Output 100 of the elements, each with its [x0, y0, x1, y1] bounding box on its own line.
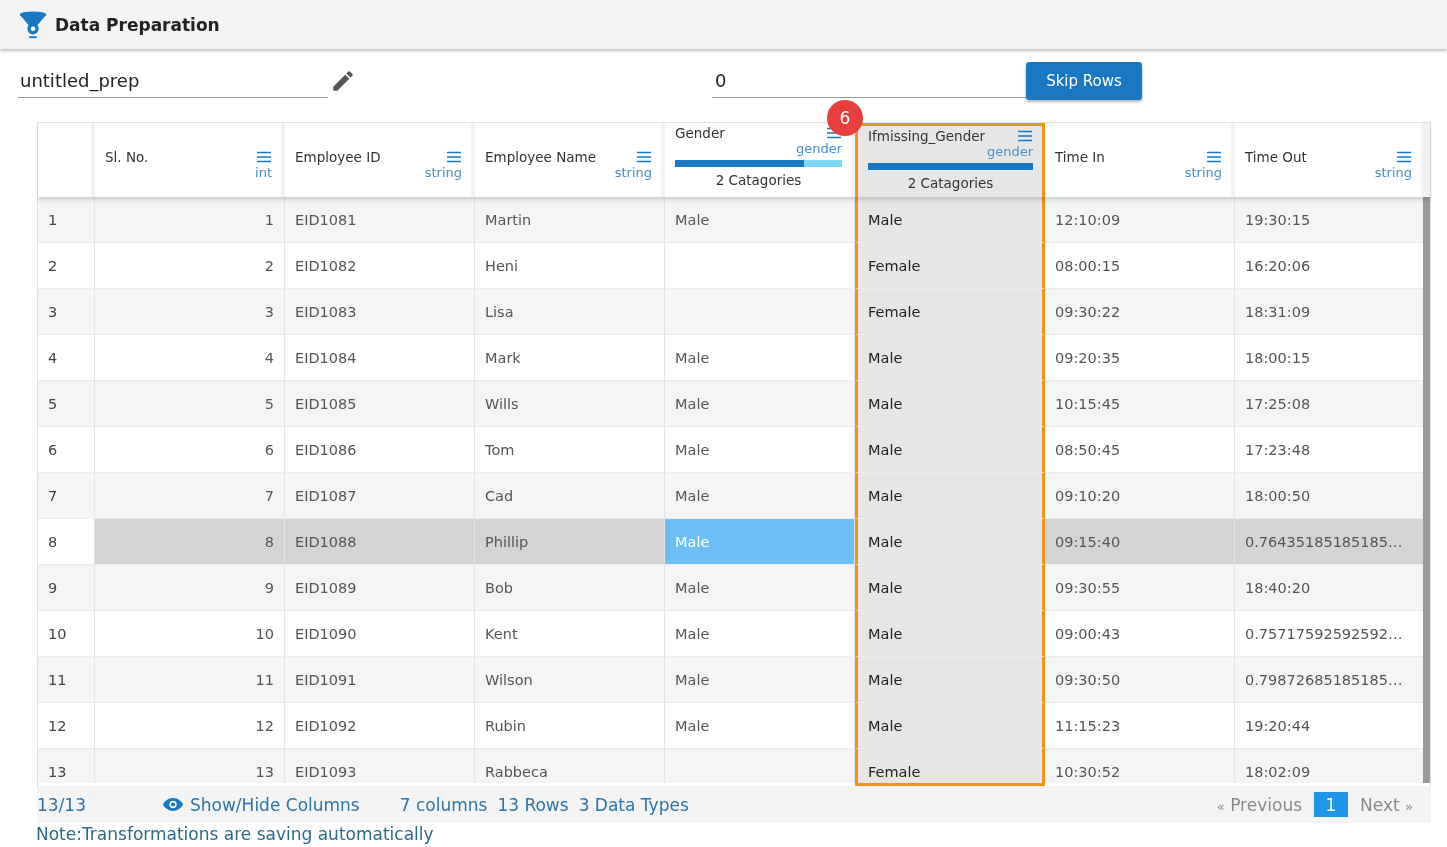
table-cell: Male [855, 381, 1045, 427]
column-name: Employee ID [295, 148, 381, 165]
column-header[interactable]: Time In string [1045, 123, 1235, 197]
table-cell: 09:30:22 [1045, 289, 1235, 335]
column-header[interactable]: Employee Name string [475, 123, 665, 197]
table-cell: Male [665, 473, 855, 519]
row-number[interactable]: 5 [38, 381, 95, 427]
table-cell: Male [665, 519, 855, 565]
row-number[interactable]: 13 [38, 749, 95, 783]
autosave-note: Note:Transformations are saving automatically [36, 824, 435, 844]
table-cell: 13 [95, 749, 285, 783]
column-type: string [1184, 164, 1222, 180]
table-cell: 9 [95, 565, 285, 611]
table-cell: 3 [95, 289, 285, 335]
table-cell: 1 [95, 197, 285, 243]
row-number[interactable]: 11 [38, 657, 95, 703]
category-count: 2 Catagories [715, 172, 802, 188]
table-cell: Mark [475, 335, 665, 381]
column-type: string [614, 164, 652, 180]
table-cell: 4 [95, 335, 285, 381]
table-cell: 09:00:43 [1045, 611, 1235, 657]
table-cell: 18:00:50 [1235, 473, 1423, 519]
table-cell: Lisa [475, 289, 665, 335]
menu-icon[interactable] [1206, 150, 1222, 163]
table-cell: Kent [475, 611, 665, 657]
row-number[interactable]: 10 [38, 611, 95, 657]
table-cell: 09:10:20 [1045, 473, 1235, 519]
table-cell: Wills [475, 381, 665, 427]
table-cell: 08:00:15 [1045, 243, 1235, 289]
column-name: Gender [675, 125, 725, 141]
row-number[interactable]: 8 [38, 519, 95, 565]
column-header[interactable]: Gender gender 2 Catagories [665, 123, 855, 197]
table-cell: Bob [475, 565, 665, 611]
table-cell: 2 [95, 243, 285, 289]
row-number[interactable]: 1 [38, 197, 95, 243]
column-name: Time In [1055, 148, 1105, 165]
app-title: Data Preparation [55, 14, 220, 35]
column-type: gender [795, 141, 842, 156]
table-cell: 7 [95, 473, 285, 519]
table-cell: EID1089 [285, 565, 475, 611]
table-cell: Male [665, 427, 855, 473]
name-field[interactable]: untitled_prep [18, 64, 328, 98]
menu-icon[interactable] [636, 150, 652, 163]
table-cell: EID1086 [285, 427, 475, 473]
row-number[interactable]: 9 [38, 565, 95, 611]
row-number[interactable]: 6 [38, 427, 95, 473]
skip-rows-field[interactable]: 0 [712, 64, 1026, 98]
table-cell: Male [665, 197, 855, 243]
table-cell: 17:25:08 [1235, 381, 1423, 427]
show-hide-columns-link[interactable]: Show/Hide Columns [162, 794, 360, 815]
table-cell: 09:15:40 [1045, 519, 1235, 565]
table-cell: EID1084 [285, 335, 475, 381]
pencil-icon[interactable] [330, 68, 356, 94]
table-cell: Male [855, 565, 1045, 611]
table-cell: 0.76435185185185… [1235, 519, 1423, 565]
table-cell: Cad [475, 473, 665, 519]
table-stat: 7 columns [399, 794, 488, 815]
category-count: 2 Catagories [907, 175, 994, 191]
row-number[interactable]: 7 [38, 473, 95, 519]
table-cell: Female [855, 749, 1045, 783]
column-header[interactable]: Employee ID string [285, 123, 475, 197]
column-type: gender [986, 144, 1033, 159]
eye-icon [162, 797, 184, 812]
column-header[interactable]: Time Out string [1235, 123, 1425, 197]
row-number[interactable]: 12 [38, 703, 95, 749]
menu-icon[interactable] [446, 150, 462, 163]
table-cell: Male [665, 657, 855, 703]
table-cell: Male [855, 197, 1045, 243]
table-cell: EID1083 [285, 289, 475, 335]
table-cell: 0.79872685185185… [1235, 657, 1423, 703]
table-cell: 12 [95, 703, 285, 749]
table-cell: Male [855, 519, 1045, 565]
table-cell: EID1081 [285, 197, 475, 243]
row-number[interactable]: 3 [38, 289, 95, 335]
table-cell: Heni [475, 243, 665, 289]
column-header[interactable]: Ifmissing_Gender gender 2 Catagories [855, 123, 1045, 197]
menu-icon[interactable] [1396, 150, 1412, 163]
table-stat: 13 Rows [497, 794, 569, 815]
table-cell: 11:15:23 [1045, 703, 1235, 749]
table-cell: Male [665, 611, 855, 657]
table-cell: 11 [95, 657, 285, 703]
skip-rows-button[interactable]: Skip Rows [1026, 62, 1142, 100]
column-name: Ifmissing_Gender [868, 128, 986, 144]
column-type: int [255, 164, 272, 180]
table-cell: 09:30:50 [1045, 657, 1235, 703]
table-stat: 3 Data Types [578, 794, 689, 815]
table-cell: EID1087 [285, 473, 475, 519]
menu-icon[interactable] [1017, 130, 1033, 142]
step-badge: 6 [827, 100, 863, 136]
table-cell: 09:20:35 [1045, 335, 1235, 381]
scrollbar[interactable] [1423, 197, 1430, 783]
table-cell: 8 [95, 519, 285, 565]
row-number[interactable]: 4 [38, 335, 95, 381]
table-cell: EID1093 [285, 749, 475, 783]
column-header[interactable]: Sl. No. int [95, 123, 285, 197]
funnel-gear-icon [18, 9, 48, 40]
table-cell: EID1091 [285, 657, 475, 703]
menu-icon[interactable] [256, 150, 272, 163]
row-number[interactable]: 2 [38, 243, 95, 289]
table-cell: 08:50:45 [1045, 427, 1235, 473]
